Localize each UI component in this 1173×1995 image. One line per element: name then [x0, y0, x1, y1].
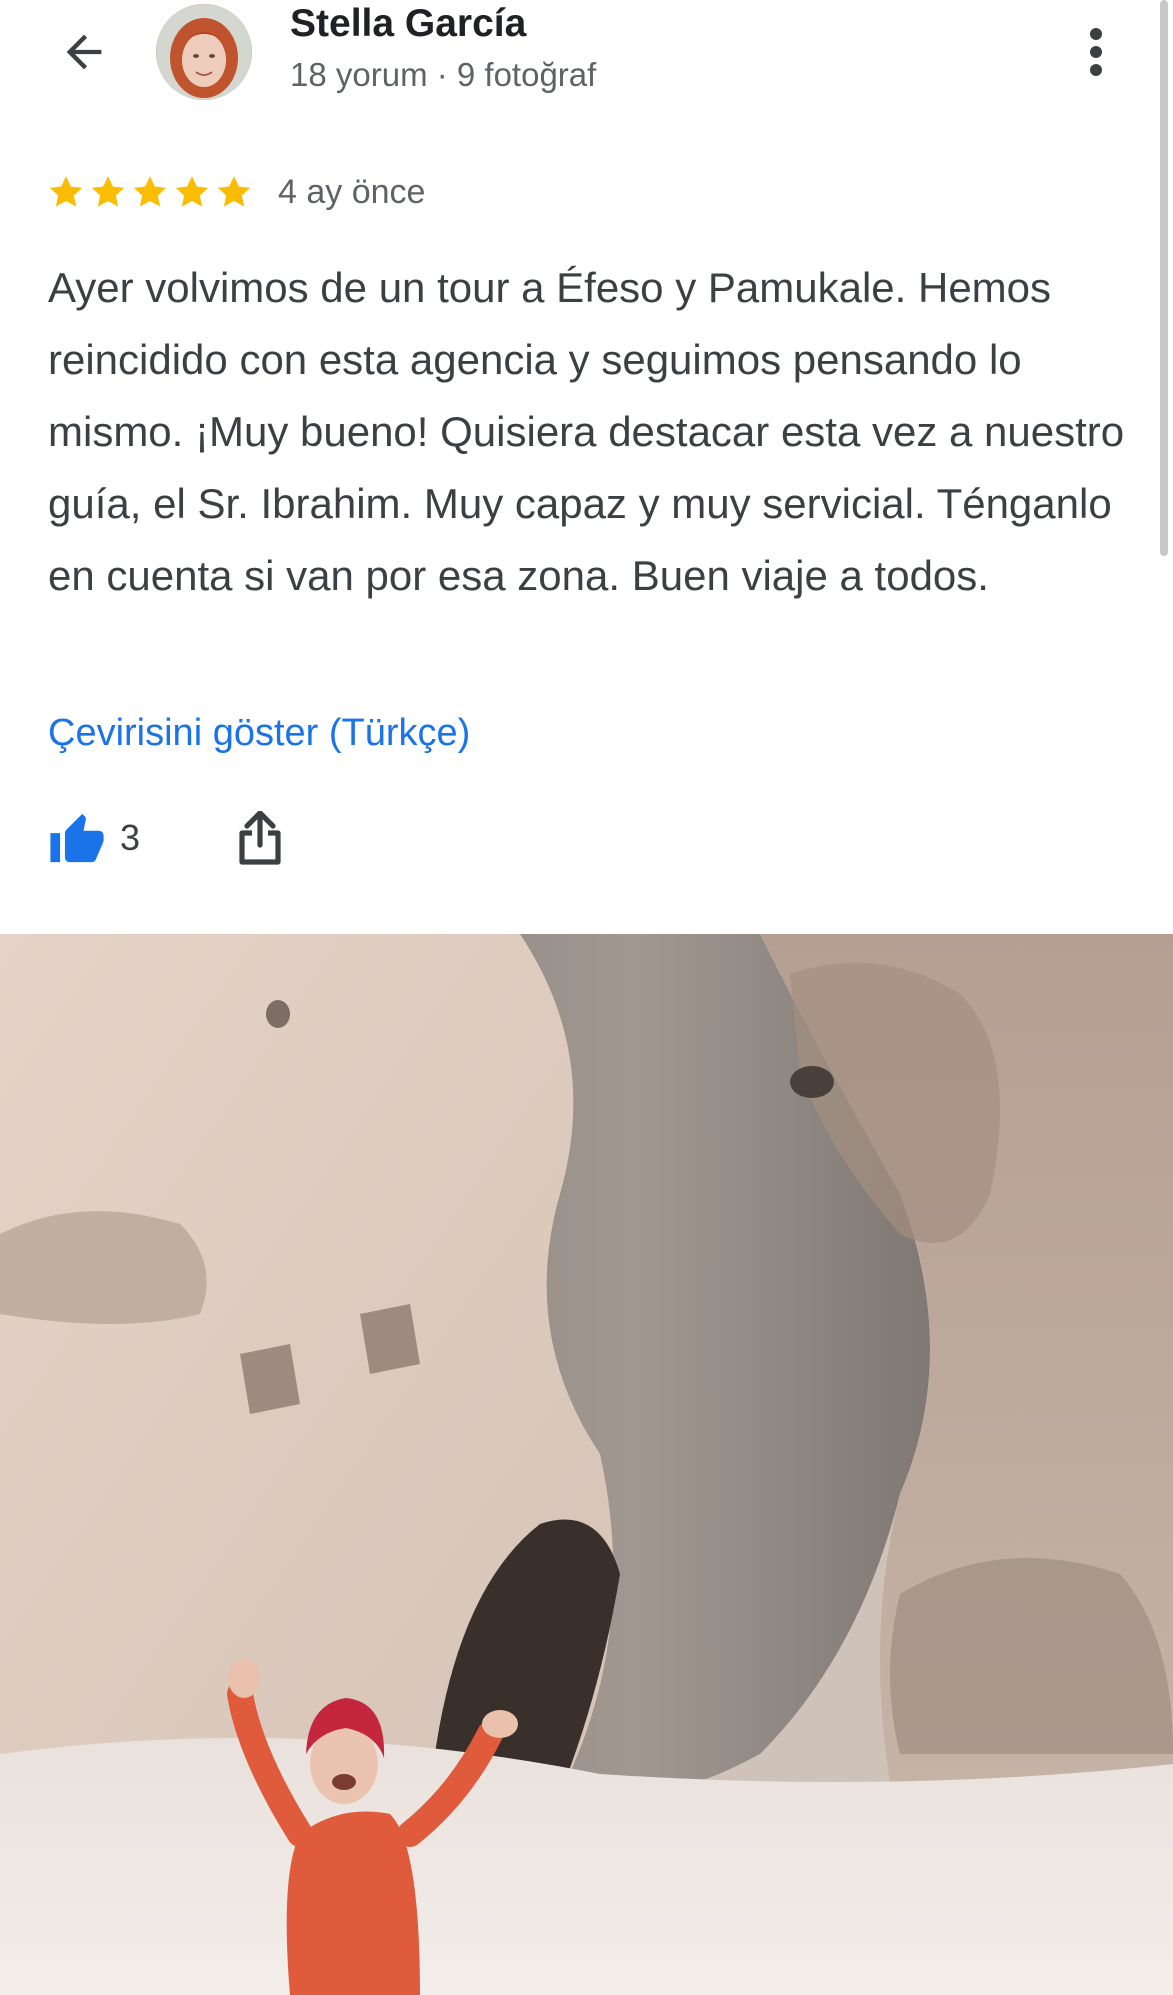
star-icon — [133, 176, 167, 207]
star-icon — [49, 176, 83, 207]
like-button[interactable]: 3 — [48, 811, 140, 865]
star-rating — [46, 172, 254, 212]
more-options-button[interactable] — [1066, 14, 1126, 90]
star-icon — [91, 176, 125, 207]
rock-formation-image — [0, 934, 1173, 1995]
share-icon — [239, 811, 281, 865]
avatar-image — [156, 4, 252, 100]
author-avatar[interactable] — [156, 4, 252, 100]
star-icon — [175, 176, 209, 207]
show-translation-link[interactable]: Çevirisini göster (Türkçe) — [48, 712, 470, 755]
thumbs-up-icon — [50, 813, 104, 863]
author-meta: 18 yorum · 9 fotoğraf — [290, 56, 597, 93]
more-vertical-icon — [1090, 28, 1102, 76]
review-actions: 3 — [48, 806, 288, 870]
review-photo[interactable] — [0, 934, 1173, 1995]
review-header: Stella García 18 yorum · 9 fotoğraf — [0, 0, 1173, 120]
rating-row: 4 ay önce — [46, 166, 425, 218]
arrow-left-icon — [66, 34, 102, 70]
share-button[interactable] — [232, 806, 288, 870]
author-name[interactable]: Stella García — [290, 2, 526, 46]
like-count: 3 — [120, 817, 141, 858]
review-text: Ayer volvimos de un tour a Éfeso y Pamuk… — [48, 264, 1125, 599]
scrollbar[interactable] — [1160, 0, 1168, 556]
star-icon — [217, 176, 251, 207]
back-button[interactable] — [44, 12, 124, 92]
review-date: 4 ay önce — [278, 172, 426, 211]
